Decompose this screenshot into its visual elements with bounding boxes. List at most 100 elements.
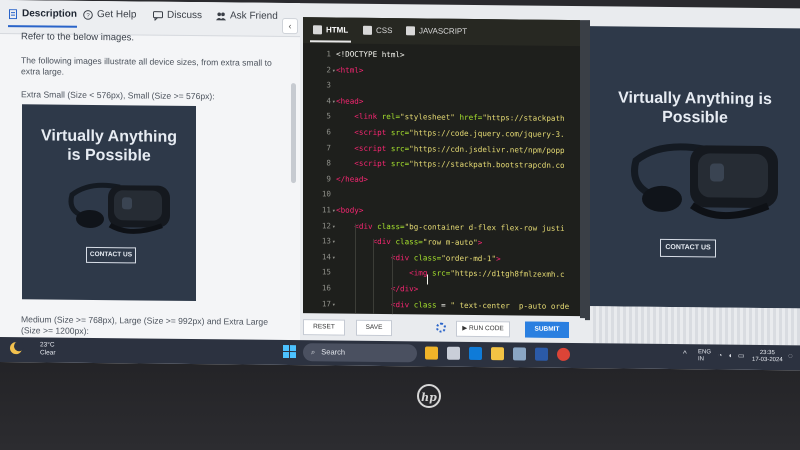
weather-widget[interactable] — [8, 340, 24, 356]
tab-description[interactable]: Description — [8, 8, 77, 20]
preview-title-line2: Possible — [662, 108, 728, 127]
editor-tabs: HTML CSS JAVASCRIPT — [303, 17, 580, 47]
line-number: 12 — [321, 220, 331, 231]
tab-css-label: CSS — [376, 25, 393, 36]
people-icon — [216, 11, 226, 20]
save-button[interactable]: SAVE — [356, 319, 392, 337]
line-number: 17 — [321, 298, 331, 309]
store-icon[interactable] — [513, 347, 526, 361]
line-number: 8 — [326, 158, 331, 168]
weather-desc: Clear — [40, 349, 56, 357]
code-line[interactable]: 17 ▾ <div class = " text-center p-auto or… — [303, 299, 580, 316]
line-number: 10 — [321, 189, 331, 199]
tab-javascript[interactable]: JAVASCRIPT — [406, 26, 467, 36]
line-number: 5 — [326, 111, 331, 121]
code-text: </head> — [336, 174, 369, 184]
notifications-bell-icon[interactable]: ◌ — [788, 351, 793, 360]
preview-contact-button[interactable]: CONTACT US — [660, 238, 716, 258]
search-icon: ⌕ — [311, 347, 316, 357]
taskbar-search[interactable]: ⌕ Search — [303, 343, 417, 363]
tray-overflow-chevron-icon[interactable]: ^ — [683, 349, 687, 358]
submit-button[interactable]: SUBMIT — [525, 321, 569, 338]
volume-icon[interactable]: ◖ — [728, 353, 732, 360]
medium-sizes-label-cont: (Size >= 1200px): — [21, 325, 89, 336]
tab-description-label: Description — [22, 8, 78, 20]
preview-title: Virtually Anything is Possible — [590, 88, 800, 128]
edge-browser-icon[interactable] — [469, 346, 482, 361]
banner-title-line1: Virtually Anything — [40, 127, 177, 146]
language-indicator[interactable]: ENG IN — [698, 349, 711, 363]
code-text: <body> — [336, 205, 364, 215]
battery-icon[interactable]: ▭ — [738, 353, 745, 360]
file-explorer-icon[interactable] — [491, 347, 504, 361]
clock[interactable]: 23:35 17-03-2024 — [752, 350, 783, 364]
text-cursor — [427, 274, 428, 285]
line-number: 13 — [321, 236, 331, 246]
tab-css[interactable]: CSS — [363, 25, 393, 36]
code-text: <script src="https://code.jquery.com/jqu… — [354, 127, 565, 139]
line-number: 2 — [326, 65, 331, 75]
code-text: <script src="https://stackpath.bootstrap… — [354, 158, 565, 171]
copilot-icon[interactable] — [425, 346, 438, 360]
line-number: 15 — [321, 267, 331, 277]
code-editor: HTML CSS JAVASCRIPT 1 <!DOCTYPE html> 2 ▾ <h… — [303, 17, 580, 317]
wifi-icon[interactable]: ◔ — [718, 353, 722, 360]
line-number: 1 — [326, 49, 331, 59]
task-view-icon[interactable] — [447, 346, 460, 360]
indent-guide — [373, 238, 374, 317]
screen: Description ? Get Help Discuss Ask Frien… — [0, 0, 800, 371]
help-icon: ? — [83, 9, 93, 20]
weather-moon-icon — [10, 341, 24, 355]
chat-icon — [153, 10, 163, 21]
code-text: <div class = " text-center p-auto orde — [390, 299, 570, 311]
start-button[interactable] — [283, 344, 296, 359]
code-text: <div class="bg-container d-flex flex-row… — [354, 221, 565, 233]
tab-get-help-label: Get Help — [97, 9, 137, 21]
tab-get-help[interactable]: ? Get Help — [83, 9, 137, 21]
indent-guide — [392, 254, 393, 317]
code-text: <html> — [336, 65, 364, 75]
settings-gear-icon[interactable] — [436, 322, 446, 333]
tab-ask-friend[interactable]: Ask Friend — [216, 10, 278, 22]
banner-title: Virtually Anything is Possible — [22, 126, 196, 166]
region-code: IN — [698, 356, 704, 363]
description-scrollbar[interactable] — [291, 83, 296, 184]
line-number: 9 — [326, 174, 331, 184]
editor-toolbar: RESET SAVE ▶ RUN CODE SUBMIT — [300, 315, 585, 343]
word-icon[interactable] — [535, 347, 548, 361]
tab-ask-friend-label: Ask Friend — [230, 10, 278, 22]
line-number: 16 — [321, 283, 331, 293]
code-text: </div> — [390, 284, 419, 294]
reset-button[interactable]: RESET — [303, 319, 345, 336]
code-text: <script src="https://cdn.jsdelivr.net/np… — [354, 143, 565, 155]
editor-preview-divider[interactable] — [580, 20, 590, 321]
collapse-panel-button[interactable]: ‹ — [282, 17, 298, 35]
windows-logo-icon — [283, 344, 296, 359]
line-number: 14 — [321, 252, 331, 262]
code-text: <!DOCTYPE html> — [336, 49, 405, 60]
small-device-banner-image: Virtually Anything is Possible CONTACT U… — [22, 104, 196, 302]
code-text: <head> — [336, 96, 364, 106]
banner-contact-button[interactable]: CONTACT US — [86, 246, 136, 264]
line-number: 7 — [326, 143, 331, 153]
small-sizes-label: Extra Small (Size < 576px), Small (Size … — [21, 89, 215, 102]
line-number: 3 — [326, 80, 331, 90]
code-text: <div class="row m-auto"> — [372, 237, 483, 248]
document-icon — [9, 8, 17, 19]
line-number: 11 — [321, 205, 331, 215]
preview-title-line1: Virtually Anything is — [618, 89, 772, 109]
chrome-icon[interactable] — [557, 347, 570, 361]
clock-date: 17-03-2024 — [752, 356, 783, 364]
run-code-button[interactable]: ▶ RUN CODE — [456, 320, 510, 338]
tab-html[interactable]: HTML — [313, 25, 348, 35]
output-preview: Virtually Anything is Possible CONTACT U… — [590, 26, 800, 309]
search-placeholder: Search — [321, 347, 346, 357]
code-text: <img src="https://d1tgh8fmlzexmh.c — [409, 268, 565, 280]
line-number: 4 — [326, 96, 331, 106]
tab-discuss[interactable]: Discuss — [153, 10, 202, 21]
code-area[interactable]: 1 <!DOCTYPE html> 2 ▾ <html> 3 4 ▾ <head> 5 <link… — [303, 43, 580, 317]
weather-temp: 23°C — [40, 341, 55, 349]
section-heading: Refer to the below images. — [21, 31, 135, 44]
preview-vr-headset-image — [631, 143, 778, 220]
code-text: <link rel="stylesheet" href="https://sta… — [354, 112, 565, 124]
